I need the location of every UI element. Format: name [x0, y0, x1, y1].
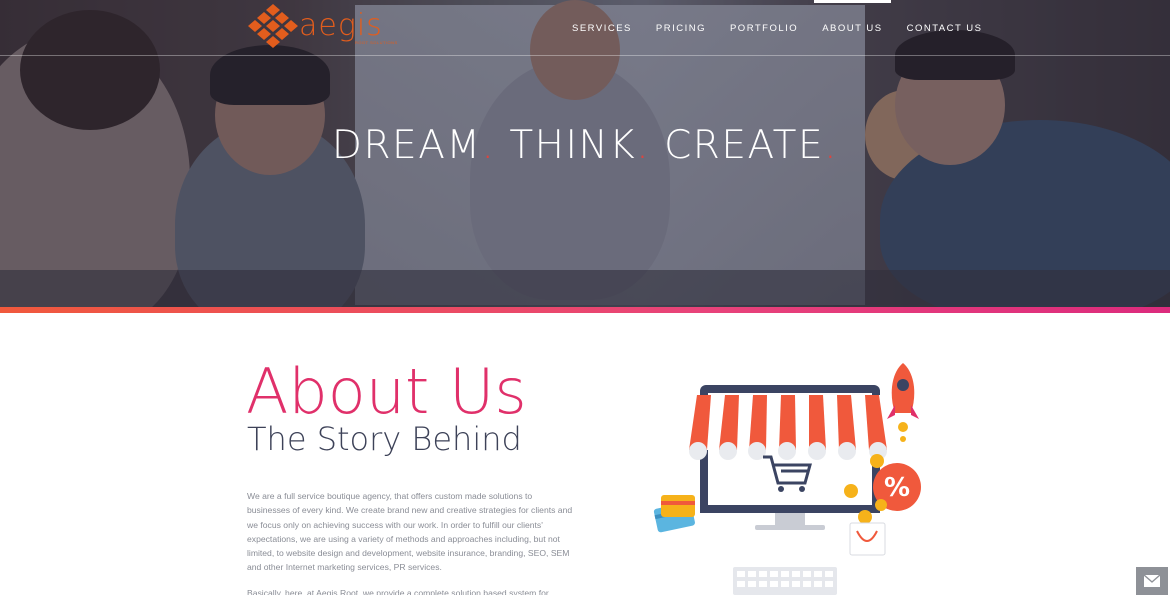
about-subtitle: The Story Behind [247, 420, 522, 458]
logo-wordmark: aegis [299, 8, 383, 43]
nav-item-services[interactable]: SERVICES [560, 0, 644, 56]
headline-dot: . [824, 123, 839, 168]
mail-icon [1144, 575, 1160, 587]
about-title: About Us [246, 355, 527, 428]
headline-word: CREATE [664, 123, 825, 168]
nav-item-pricing[interactable]: PRICING [644, 0, 718, 56]
main-nav: SERVICES PRICING PORTFOLIO ABOUT US CONT… [560, 0, 994, 56]
nav-item-about-us[interactable]: ABOUT US [810, 0, 894, 56]
hero-banner: aegis ROOT SOLUTIONS SERVICES PRICING PO… [0, 0, 1170, 307]
nav-item-portfolio[interactable]: PORTFOLIO [718, 0, 810, 56]
logo-diamond-icon [248, 4, 298, 48]
about-paragraph: We are a full service boutique agency, t… [247, 491, 573, 573]
headline-word: DREAM [331, 123, 482, 168]
headline-dot: . [636, 123, 651, 168]
headline-dot: . [481, 123, 496, 168]
about-paragraph: Basically, here, at Aegis Root, we provi… [247, 588, 549, 595]
section-gradient-divider [0, 307, 1170, 313]
logo-tagline: ROOT SOLUTIONS [355, 40, 398, 45]
site-logo[interactable]: aegis ROOT SOLUTIONS [247, 4, 407, 52]
svg-text:%: % [884, 473, 910, 503]
contact-mail-button[interactable] [1136, 567, 1168, 595]
nav-item-contact-us[interactable]: CONTACT US [895, 0, 995, 56]
headline-word: THINK [509, 123, 637, 168]
hero-headline: DREAM. THINK. CREATE. [0, 123, 1170, 168]
online-shop-illustration: % [653, 363, 921, 595]
